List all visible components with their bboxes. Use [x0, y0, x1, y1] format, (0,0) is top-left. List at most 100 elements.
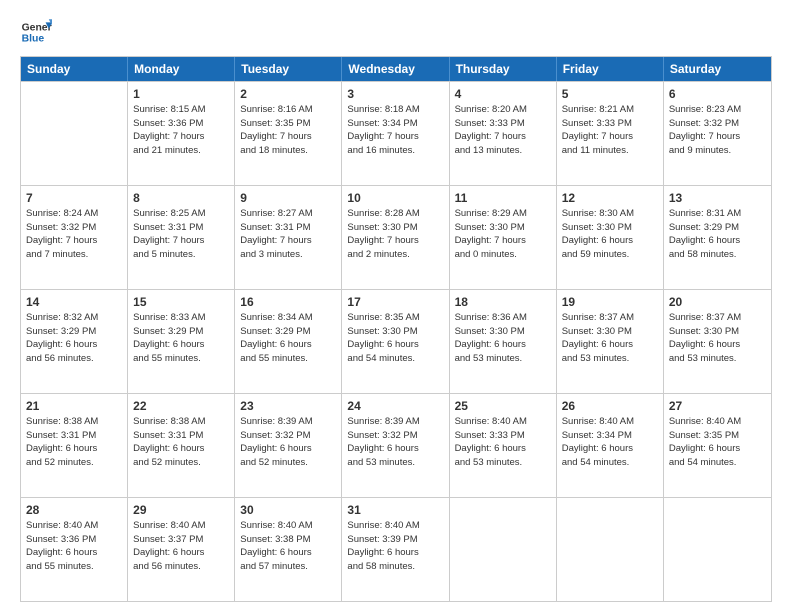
- day-details: Sunrise: 8:39 AM Sunset: 3:32 PM Dayligh…: [240, 416, 312, 468]
- day-number: 7: [26, 190, 122, 206]
- day-details: Sunrise: 8:27 AM Sunset: 3:31 PM Dayligh…: [240, 208, 312, 260]
- cal-cell-29: 29Sunrise: 8:40 AM Sunset: 3:37 PM Dayli…: [128, 498, 235, 601]
- day-number: 23: [240, 398, 336, 414]
- cal-cell-23: 23 Sunrise: 8:39 AM Sunset: 3:32 PM Dayli…: [235, 394, 342, 497]
- day-number: 4: [455, 86, 551, 102]
- cal-row-3: 21 Sunrise: 8:38 AM Sunset: 3:31 PM Dayli…: [21, 393, 771, 497]
- cal-cell-21: 21 Sunrise: 8:38 AM Sunset: 3:31 PM Dayli…: [21, 394, 128, 497]
- day-number: 14: [26, 294, 122, 310]
- header-day-monday: Monday: [128, 57, 235, 81]
- cal-cell-26: 26 Sunrise: 8:40 AM Sunset: 3:34 PM Dayli…: [557, 394, 664, 497]
- day-details: Sunrise: 8:25 AM Sunset: 3:31 PM Dayligh…: [133, 208, 205, 260]
- day-details: Sunrise: 8:35 AM Sunset: 3:30 PM Dayligh…: [347, 312, 419, 364]
- day-number: 3: [347, 86, 443, 102]
- day-number: 31: [347, 502, 443, 518]
- page: General Blue SundayMondayTuesdayWednesda…: [0, 0, 792, 612]
- day-number: 22: [133, 398, 229, 414]
- cal-row-0: 1 Sunrise: 8:15 AM Sunset: 3:36 PM Daylig…: [21, 81, 771, 185]
- cal-cell-empty-4-5: [557, 498, 664, 601]
- calendar-header: SundayMondayTuesdayWednesdayThursdayFrid…: [21, 57, 771, 81]
- day-details: Sunrise: 8:38 AM Sunset: 3:31 PM Dayligh…: [26, 416, 98, 468]
- day-details: Sunrise: 8:20 AM Sunset: 3:33 PM Dayligh…: [455, 104, 527, 156]
- cal-cell-24: 24 Sunrise: 8:39 AM Sunset: 3:32 PM Dayli…: [342, 394, 449, 497]
- day-details: Sunrise: 8:40 AM Sunset: 3:35 PM Dayligh…: [669, 416, 741, 468]
- cal-cell-6: 6 Sunrise: 8:23 AM Sunset: 3:32 PM Daylig…: [664, 82, 771, 185]
- cal-cell-31: 31 Sunrise: 8:40 AM Sunset: 3:39 PM Dayli…: [342, 498, 449, 601]
- cal-row-4: 28 Sunrise: 8:40 AM Sunset: 3:36 PM Dayli…: [21, 497, 771, 601]
- cal-cell-10: 10Sunrise: 8:28 AM Sunset: 3:30 PM Dayli…: [342, 186, 449, 289]
- calendar: SundayMondayTuesdayWednesdayThursdayFrid…: [20, 56, 772, 602]
- day-number: 12: [562, 190, 658, 206]
- day-number: 15: [133, 294, 229, 310]
- day-details: Sunrise: 8:40 AM Sunset: 3:33 PM Dayligh…: [455, 416, 527, 468]
- cal-cell-empty-4-6: [664, 498, 771, 601]
- day-number: 24: [347, 398, 443, 414]
- cal-cell-16: 16 Sunrise: 8:34 AM Sunset: 3:29 PM Dayli…: [235, 290, 342, 393]
- cal-cell-5: 5 Sunrise: 8:21 AM Sunset: 3:33 PM Daylig…: [557, 82, 664, 185]
- day-number: 2: [240, 86, 336, 102]
- calendar-body: 1 Sunrise: 8:15 AM Sunset: 3:36 PM Daylig…: [21, 81, 771, 601]
- day-details: Sunrise: 8:23 AM Sunset: 3:32 PM Dayligh…: [669, 104, 741, 156]
- day-details: Sunrise: 8:30 AM Sunset: 3:30 PM Dayligh…: [562, 208, 634, 260]
- cal-cell-9: 9Sunrise: 8:27 AM Sunset: 3:31 PM Daylig…: [235, 186, 342, 289]
- header-day-friday: Friday: [557, 57, 664, 81]
- day-number: 25: [455, 398, 551, 414]
- day-details: Sunrise: 8:33 AM Sunset: 3:29 PM Dayligh…: [133, 312, 205, 364]
- cal-cell-7: 7Sunrise: 8:24 AM Sunset: 3:32 PM Daylig…: [21, 186, 128, 289]
- cal-row-2: 14 Sunrise: 8:32 AM Sunset: 3:29 PM Dayli…: [21, 289, 771, 393]
- day-number: 16: [240, 294, 336, 310]
- day-details: Sunrise: 8:40 AM Sunset: 3:38 PM Dayligh…: [240, 520, 312, 572]
- header-day-saturday: Saturday: [664, 57, 771, 81]
- day-number: 11: [455, 190, 551, 206]
- cal-cell-2: 2 Sunrise: 8:16 AM Sunset: 3:35 PM Daylig…: [235, 82, 342, 185]
- header-day-wednesday: Wednesday: [342, 57, 449, 81]
- cal-cell-25: 25 Sunrise: 8:40 AM Sunset: 3:33 PM Dayli…: [450, 394, 557, 497]
- cal-cell-empty-0-0: [21, 82, 128, 185]
- day-details: Sunrise: 8:36 AM Sunset: 3:30 PM Dayligh…: [455, 312, 527, 364]
- day-details: Sunrise: 8:29 AM Sunset: 3:30 PM Dayligh…: [455, 208, 527, 260]
- day-number: 8: [133, 190, 229, 206]
- day-number: 13: [669, 190, 766, 206]
- day-details: Sunrise: 8:37 AM Sunset: 3:30 PM Dayligh…: [669, 312, 741, 364]
- day-number: 21: [26, 398, 122, 414]
- logo: General Blue: [20, 16, 52, 48]
- svg-text:Blue: Blue: [22, 34, 45, 45]
- cal-cell-1: 1 Sunrise: 8:15 AM Sunset: 3:36 PM Daylig…: [128, 82, 235, 185]
- day-number: 6: [669, 86, 766, 102]
- day-number: 30: [240, 502, 336, 518]
- day-number: 28: [26, 502, 122, 518]
- day-details: Sunrise: 8:15 AM Sunset: 3:36 PM Dayligh…: [133, 104, 205, 156]
- cal-cell-13: 13 Sunrise: 8:31 AM Sunset: 3:29 PM Dayli…: [664, 186, 771, 289]
- day-number: 26: [562, 398, 658, 414]
- cal-row-1: 7Sunrise: 8:24 AM Sunset: 3:32 PM Daylig…: [21, 185, 771, 289]
- day-number: 20: [669, 294, 766, 310]
- day-number: 10: [347, 190, 443, 206]
- header-day-tuesday: Tuesday: [235, 57, 342, 81]
- cal-cell-3: 3Sunrise: 8:18 AM Sunset: 3:34 PM Daylig…: [342, 82, 449, 185]
- cal-cell-20: 20 Sunrise: 8:37 AM Sunset: 3:30 PM Dayli…: [664, 290, 771, 393]
- day-details: Sunrise: 8:16 AM Sunset: 3:35 PM Dayligh…: [240, 104, 312, 156]
- cal-cell-15: 15 Sunrise: 8:33 AM Sunset: 3:29 PM Dayli…: [128, 290, 235, 393]
- day-details: Sunrise: 8:34 AM Sunset: 3:29 PM Dayligh…: [240, 312, 312, 364]
- cal-cell-empty-4-4: [450, 498, 557, 601]
- cal-cell-28: 28 Sunrise: 8:40 AM Sunset: 3:36 PM Dayli…: [21, 498, 128, 601]
- cal-cell-18: 18 Sunrise: 8:36 AM Sunset: 3:30 PM Dayli…: [450, 290, 557, 393]
- day-number: 19: [562, 294, 658, 310]
- header-day-sunday: Sunday: [21, 57, 128, 81]
- day-details: Sunrise: 8:40 AM Sunset: 3:39 PM Dayligh…: [347, 520, 419, 572]
- day-number: 1: [133, 86, 229, 102]
- cal-cell-27: 27 Sunrise: 8:40 AM Sunset: 3:35 PM Dayli…: [664, 394, 771, 497]
- day-details: Sunrise: 8:21 AM Sunset: 3:33 PM Dayligh…: [562, 104, 634, 156]
- day-details: Sunrise: 8:31 AM Sunset: 3:29 PM Dayligh…: [669, 208, 741, 260]
- day-number: 17: [347, 294, 443, 310]
- day-details: Sunrise: 8:40 AM Sunset: 3:36 PM Dayligh…: [26, 520, 98, 572]
- day-details: Sunrise: 8:40 AM Sunset: 3:34 PM Dayligh…: [562, 416, 634, 468]
- cal-cell-4: 4 Sunrise: 8:20 AM Sunset: 3:33 PM Daylig…: [450, 82, 557, 185]
- cal-cell-14: 14 Sunrise: 8:32 AM Sunset: 3:29 PM Dayli…: [21, 290, 128, 393]
- day-details: Sunrise: 8:39 AM Sunset: 3:32 PM Dayligh…: [347, 416, 419, 468]
- day-number: 27: [669, 398, 766, 414]
- day-details: Sunrise: 8:32 AM Sunset: 3:29 PM Dayligh…: [26, 312, 98, 364]
- day-number: 5: [562, 86, 658, 102]
- day-number: 18: [455, 294, 551, 310]
- cal-cell-8: 8 Sunrise: 8:25 AM Sunset: 3:31 PM Daylig…: [128, 186, 235, 289]
